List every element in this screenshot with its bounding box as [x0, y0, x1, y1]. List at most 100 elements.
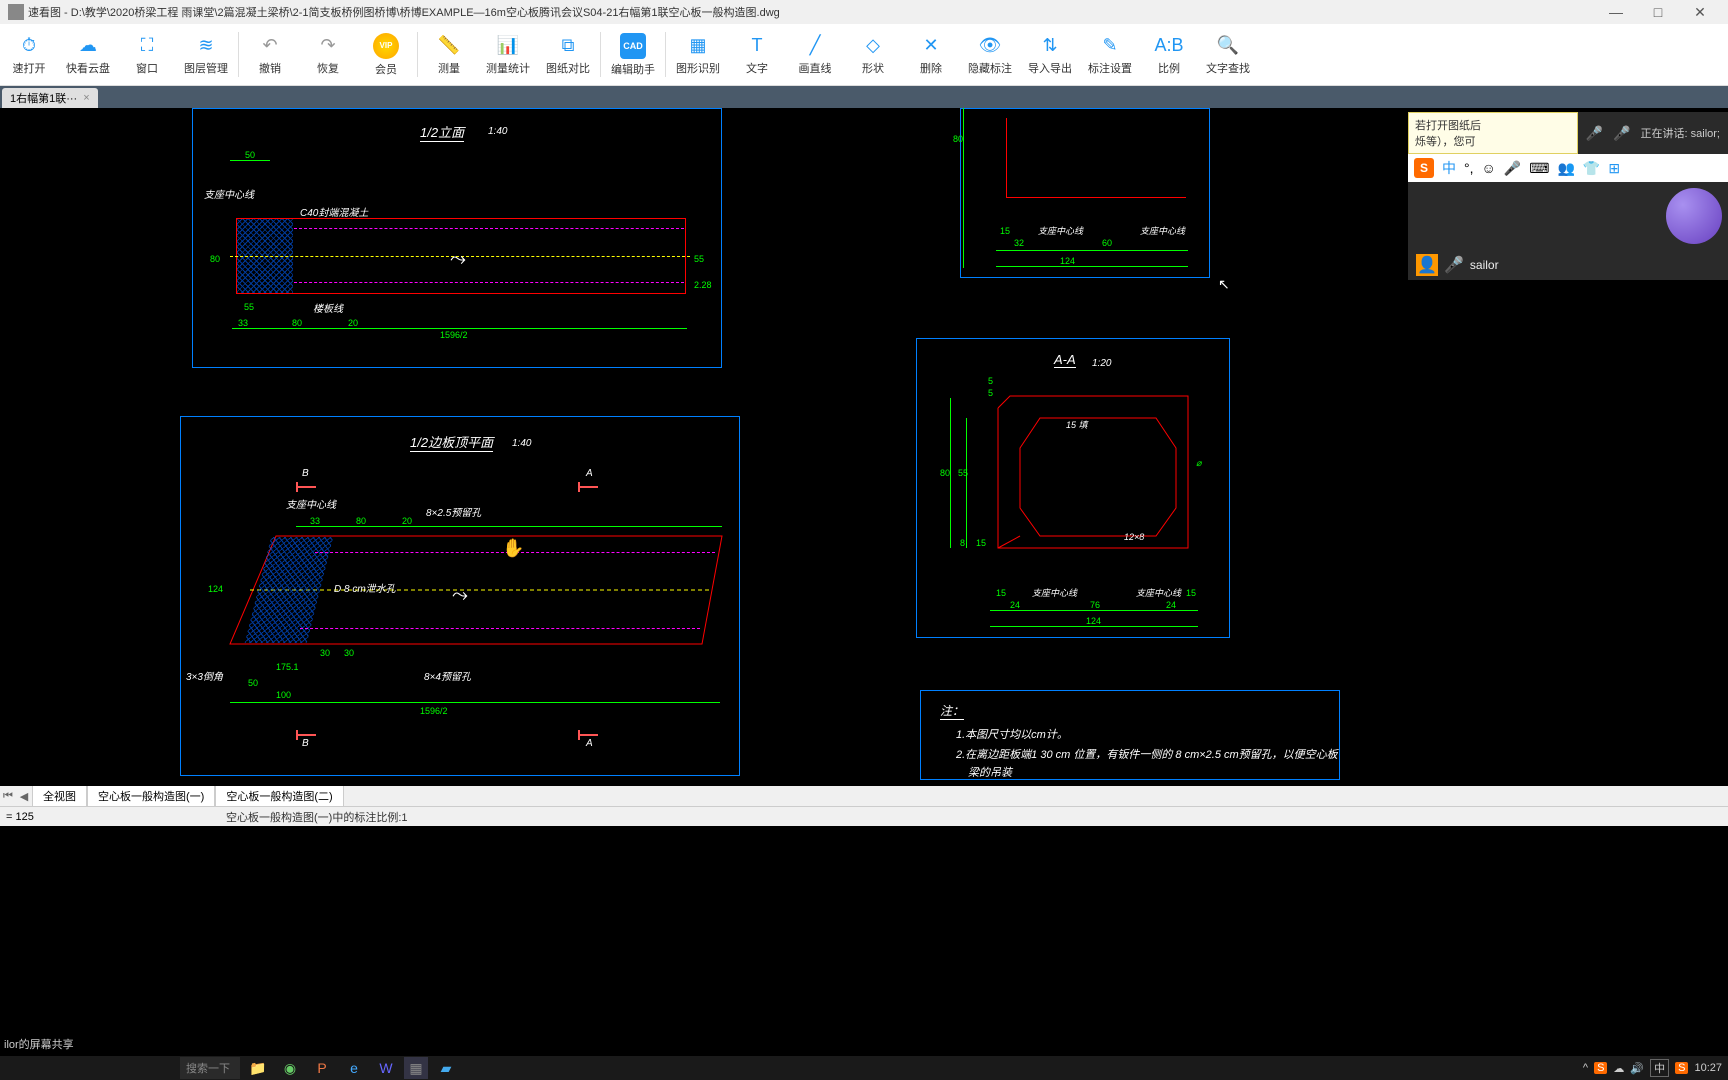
dim: 24: [1010, 600, 1020, 610]
tool-画直线[interactable]: ╱画直线: [786, 24, 844, 85]
layout-tab[interactable]: 全视图: [32, 785, 87, 807]
ime-mode[interactable]: 中: [1442, 158, 1456, 178]
dim: 124: [208, 584, 223, 594]
tool-icon: VIP: [373, 33, 399, 59]
tool-删除[interactable]: ✕ 删除: [902, 24, 960, 85]
layout-tab[interactable]: 空心板一般构造图(二): [215, 785, 343, 807]
taskbar-search[interactable]: 搜索一下: [180, 1057, 240, 1079]
tool-icon: ↷: [316, 34, 340, 58]
ime-users-icon[interactable]: 👥: [1557, 160, 1574, 177]
tool-label: 画直线: [799, 60, 832, 76]
label-zhizuo: 支座中心线: [1038, 224, 1083, 237]
tab-nav-prev[interactable]: ◀: [16, 790, 32, 803]
tool-撤销[interactable]: ↶ 撤销: [241, 24, 299, 85]
meeting-overlay: 若打开图纸后烁等），您可 🎤 🎤 正在讲话: sailor; S 中 °, ☺ …: [1408, 112, 1728, 280]
task-browser-icon[interactable]: ◉: [276, 1057, 304, 1079]
close-button[interactable]: ✕: [1680, 2, 1720, 22]
section-mark: [296, 734, 316, 736]
tool-label: 标注设置: [1088, 60, 1132, 76]
label-zhizuo: 支座中心线: [1032, 586, 1077, 599]
tool-icon: A:B: [1157, 34, 1181, 58]
maximize-button[interactable]: □: [1638, 2, 1678, 22]
tray-sogou-icon[interactable]: S: [1594, 1062, 1607, 1074]
participant-row[interactable]: 👤 🎤 sailor: [1408, 250, 1728, 280]
dim-line: [990, 626, 1198, 627]
tray-time[interactable]: 10:27: [1694, 1062, 1722, 1074]
document-tabs: 1右幅第1联··· ×: [0, 86, 1728, 108]
section-b: B: [302, 738, 309, 749]
minimize-button[interactable]: —: [1596, 2, 1636, 22]
tray-cloud-icon[interactable]: ☁: [1613, 1062, 1624, 1075]
tool-测量统计[interactable]: 📊测量统计: [478, 24, 538, 85]
task-wps-icon[interactable]: W: [372, 1057, 400, 1079]
tool-会员[interactable]: VIP 会员: [357, 24, 415, 85]
tray-vol-icon[interactable]: 🔊: [1630, 1062, 1644, 1075]
dim-line: [990, 610, 1198, 611]
tab-nav-first[interactable]: ⏮: [0, 790, 16, 803]
tray-up-icon[interactable]: ^: [1583, 1062, 1588, 1074]
dim: 50: [248, 678, 258, 688]
tool-label: 撤销: [259, 60, 281, 76]
main-toolbar: ⏱速打开☁快看云盘⛶窗口≋图层管理 ↶ 撤销 ↷ 恢复 VIP 会员 📏测量📊测量统计⧉图纸对…: [0, 24, 1728, 86]
task-cad-icon[interactable]: ▦: [404, 1057, 428, 1079]
tool-比例[interactable]: A:B 比例: [1140, 24, 1198, 85]
document-tab[interactable]: 1右幅第1联··· ×: [2, 88, 98, 108]
tool-恢复[interactable]: ↷ 恢复: [299, 24, 357, 85]
tool-label: 导入导出: [1028, 60, 1072, 76]
tray-lang[interactable]: 中: [1650, 1059, 1669, 1077]
tool-文字[interactable]: T文字: [728, 24, 786, 85]
tab-close-icon[interactable]: ×: [83, 92, 89, 104]
tab-label: 1右幅第1联···: [10, 90, 77, 106]
task-edge-icon[interactable]: e: [340, 1057, 368, 1079]
tool-导入导出[interactable]: ⇅ 导入导出: [1020, 24, 1080, 85]
layout-tabs: ⏮ ◀ 全视图空心板一般构造图(一)空心板一般构造图(二): [0, 786, 1728, 806]
tool-icon: ✕: [919, 34, 943, 58]
dim: 1596/2: [420, 706, 448, 716]
mic-icon[interactable]: 🎤: [1586, 125, 1603, 142]
tool-icon: ↶: [258, 34, 282, 58]
tray-ime-icon[interactable]: S: [1675, 1062, 1688, 1074]
tool-label: 恢复: [317, 60, 339, 76]
label-zhizuo: 支座中心线: [1140, 224, 1185, 237]
tool-icon: 🔍: [1216, 34, 1240, 58]
tool-label: 删除: [920, 60, 942, 76]
tool-窗口[interactable]: ⛶窗口: [118, 24, 176, 85]
tool-文字查找[interactable]: 🔍文字查找: [1198, 24, 1258, 85]
tool-编辑助手[interactable]: CAD编辑助手: [603, 24, 663, 85]
user-avatar[interactable]: [1666, 188, 1722, 244]
tool-图层管理[interactable]: ≋图层管理: [176, 24, 236, 85]
hand-cursor-icon: ✋: [502, 538, 524, 559]
tool-label: 比例: [1158, 60, 1180, 76]
tool-测量[interactable]: 📏测量: [420, 24, 478, 85]
ime-punct-icon[interactable]: °,: [1464, 160, 1474, 176]
task-folder-icon[interactable]: 📁: [244, 1057, 272, 1079]
ime-toolbar[interactable]: S 中 °, ☺ 🎤 ⌨ 👥 👕 ⊞: [1408, 154, 1728, 182]
dim: 100: [276, 690, 291, 700]
ime-voice-icon[interactable]: 🎤: [1504, 160, 1521, 177]
mic-muted-icon[interactable]: 🎤: [1613, 125, 1630, 142]
tool-label: 测量: [438, 60, 460, 76]
tool-速打开[interactable]: ⏱速打开: [0, 24, 58, 85]
ime-keyboard-icon[interactable]: ⌨: [1529, 160, 1549, 177]
tool-快看云盘[interactable]: ☁快看云盘: [58, 24, 118, 85]
ime-grid-icon[interactable]: ⊞: [1608, 160, 1620, 177]
tool-标注设置[interactable]: ✎标注设置: [1080, 24, 1140, 85]
note-2: 2.在离边距板端1 30 cm 位置，有钣件一侧的 8 cm×2.5 cm预留孔…: [956, 746, 1338, 762]
tool-图形识别[interactable]: ▦图形识别: [668, 24, 728, 85]
ime-emoji-icon[interactable]: ☺: [1482, 160, 1496, 176]
ime-skin-icon[interactable]: 👕: [1583, 160, 1600, 177]
tool-形状[interactable]: ◇形状: [844, 24, 902, 85]
tool-隐藏标注[interactable]: 👁隐藏标注: [960, 24, 1020, 85]
tool-label: 会员: [375, 61, 397, 77]
tool-图纸对比[interactable]: ⧉图纸对比: [538, 24, 598, 85]
windows-taskbar[interactable]: 搜索一下 📁 ◉ P e W ▦ ▰ ^ S ☁ 🔊 中 S 10:27: [0, 1056, 1728, 1080]
task-meeting-icon[interactable]: ▰: [432, 1057, 460, 1079]
slab-svg: [0, 108, 740, 786]
note-3: 梁的吊装: [968, 764, 1012, 780]
task-ppt-icon[interactable]: P: [308, 1057, 336, 1079]
tool-icon: ⏱: [17, 34, 41, 58]
tool-icon: ⇅: [1038, 34, 1062, 58]
user-name: sailor: [1470, 258, 1499, 272]
layout-tab[interactable]: 空心板一般构造图(一): [87, 785, 215, 807]
dim-line: [950, 398, 951, 548]
